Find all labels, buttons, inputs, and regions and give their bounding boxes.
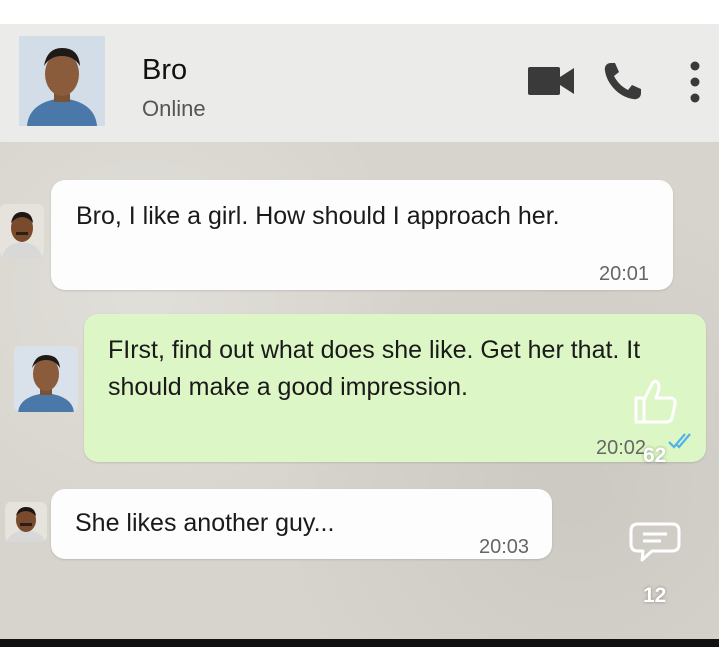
message-time: 20:02 <box>596 437 647 459</box>
voice-call-icon[interactable] <box>602 60 644 102</box>
more-options-icon[interactable] <box>688 60 702 104</box>
bottom-bar <box>0 639 719 647</box>
sender-avatar <box>0 204 44 258</box>
comment-count: 12 <box>643 584 667 607</box>
like-count: 62 <box>643 444 667 467</box>
person-photo-icon <box>14 346 78 412</box>
message-time: 20:01 <box>599 263 650 285</box>
message-text: FIrst, find out what does she like. Get … <box>108 336 641 401</box>
person-photo-icon <box>19 36 105 126</box>
message-bubble-incoming[interactable]: She likes another guy... 20:03 <box>51 489 552 559</box>
person-photo-icon <box>5 502 47 542</box>
message-bubble-outgoing[interactable]: FIrst, find out what does she like. Get … <box>84 314 706 462</box>
person-photo-icon <box>0 204 44 258</box>
like-thumbs-up-icon[interactable] <box>630 376 680 426</box>
sender-avatar <box>5 502 47 542</box>
message-time: 20:03 <box>479 536 530 558</box>
message-text: Bro, I like a girl. How should I approac… <box>76 202 560 230</box>
video-call-icon[interactable] <box>527 64 575 98</box>
status-strip <box>0 0 719 24</box>
contact-avatar[interactable] <box>19 36 105 126</box>
contact-status: Online <box>142 96 206 121</box>
chat-area[interactable]: Bro, I like a girl. How should I approac… <box>0 142 719 639</box>
chat-header: Bro Online <box>0 24 719 142</box>
double-check-icon <box>668 433 691 449</box>
contact-name[interactable]: Bro <box>142 54 187 87</box>
message-text: She likes another guy... <box>75 509 335 537</box>
message-bubble-incoming[interactable]: Bro, I like a girl. How should I approac… <box>51 180 673 290</box>
sender-avatar <box>14 346 78 412</box>
comment-icon[interactable] <box>628 520 682 564</box>
